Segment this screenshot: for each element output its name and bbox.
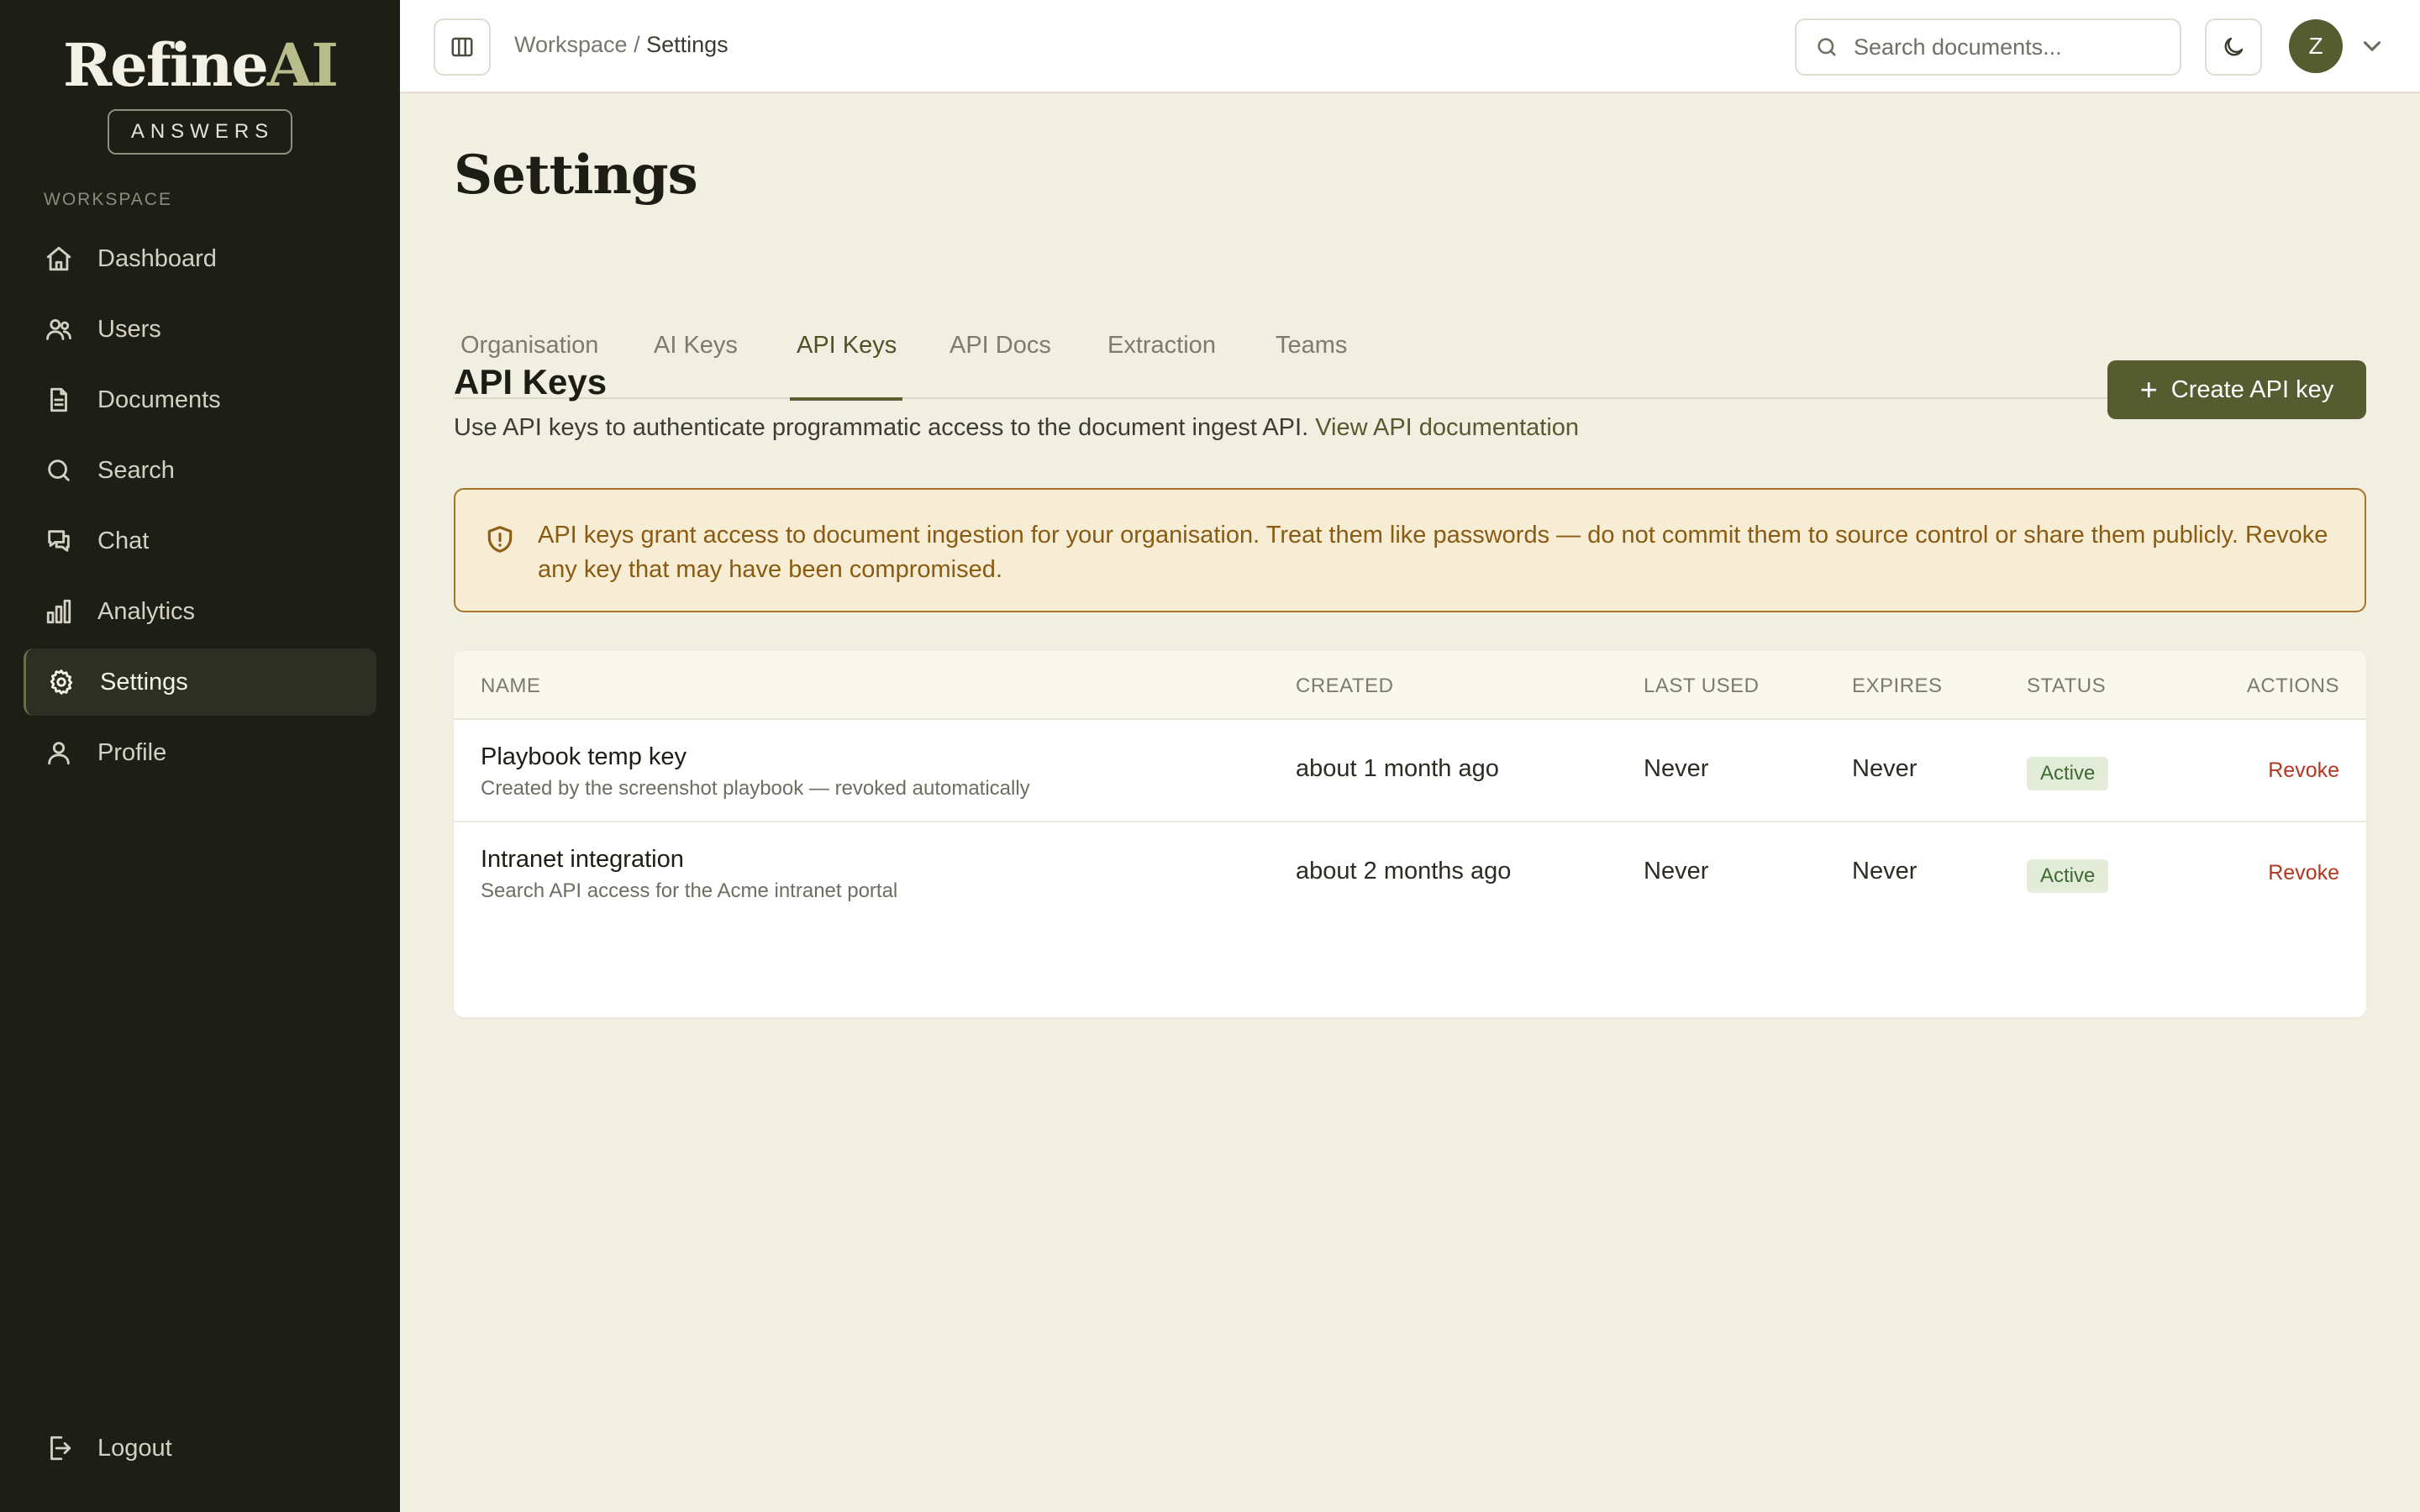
- table-header: NAME CREATED LAST USED EXPIRES STATUS AC…: [454, 651, 2366, 720]
- sidebar-item-chat[interactable]: Chat: [24, 507, 376, 575]
- sidebar-item-users[interactable]: Users: [24, 296, 376, 363]
- key-name: Intranet integration: [481, 846, 684, 873]
- search-input[interactable]: [1854, 34, 2173, 60]
- column-header-status: STATUS: [2027, 675, 2107, 697]
- warning-text: API keys grant access to document ingest…: [538, 522, 2328, 583]
- bar-chart-icon: [44, 596, 74, 627]
- logout-icon: [44, 1433, 74, 1463]
- tab-api-keys[interactable]: API Keys: [790, 236, 902, 401]
- brand-badge: ANSWERS: [108, 109, 292, 155]
- sidebar-item-profile[interactable]: Profile: [24, 719, 376, 786]
- sidebar-item-label: Dashboard: [97, 244, 217, 272]
- sidebar-item-documents[interactable]: Documents: [24, 366, 376, 433]
- tab-extraction[interactable]: Extraction: [1101, 236, 1228, 399]
- brand-name: RefineAI: [0, 32, 400, 99]
- sidebar-item-label: Chat: [97, 527, 150, 554]
- tab-label: API Docs: [950, 332, 1051, 359]
- shield-alert-icon: [484, 523, 516, 555]
- users-icon: [44, 314, 74, 344]
- column-header-name: NAME: [481, 675, 541, 697]
- top-bar: Workspace / Settings Z: [400, 0, 2420, 93]
- document-icon: [44, 385, 74, 415]
- create-api-key-label: Create API key: [2170, 375, 2334, 403]
- plus-icon: +: [2139, 372, 2158, 407]
- table-row: Intranet integration Search API access f…: [454, 822, 2366, 925]
- settings-tabs: Organisation AI Keys API Keys API Docs E…: [454, 93, 2366, 401]
- tab-label: AI Keys: [654, 332, 738, 359]
- revoke-button[interactable]: Revoke: [2268, 759, 2339, 783]
- sidebar-nav: Dashboard Users Documents Search Chat An…: [24, 225, 376, 790]
- logout-area: Logout: [24, 1415, 376, 1485]
- section-description: Use API keys to authenticate programmati…: [454, 414, 1579, 442]
- breadcrumb-current: Settings: [646, 32, 729, 57]
- table-row: Playbook temp key Created by the screens…: [454, 720, 2366, 822]
- create-api-key-button[interactable]: + Create API key: [2107, 360, 2366, 419]
- panel-icon: [451, 37, 473, 57]
- search-icon: [1818, 38, 1836, 56]
- api-docs-link[interactable]: View API documentation: [1315, 414, 1579, 441]
- chevron-down-icon[interactable]: [2358, 32, 2386, 60]
- key-last-used: Never: [1644, 755, 1709, 782]
- security-warning-banner: API keys grant access to document ingest…: [454, 488, 2366, 612]
- tab-api-docs[interactable]: API Docs: [943, 236, 1060, 399]
- gear-icon: [46, 667, 76, 697]
- key-description: Created by the screenshot playbook — rev…: [481, 777, 1030, 800]
- tab-label: API Keys: [797, 332, 897, 359]
- sidebar-item-settings[interactable]: Settings: [24, 648, 376, 716]
- search-box[interactable]: [1795, 18, 2181, 76]
- brand-name-main: Refine: [63, 30, 269, 100]
- key-expires: Never: [1852, 755, 1918, 782]
- home-icon: [44, 244, 74, 274]
- column-header-actions: ACTIONS: [2246, 675, 2339, 697]
- tab-ai-keys[interactable]: AI Keys: [647, 236, 750, 399]
- breadcrumb-separator: /: [634, 32, 640, 57]
- tab-label: Extraction: [1107, 332, 1216, 359]
- theme-toggle-button[interactable]: [2205, 18, 2262, 76]
- key-last-used: Never: [1644, 858, 1709, 885]
- avatar[interactable]: Z: [2289, 19, 2343, 73]
- breadcrumb: Workspace / Settings: [514, 32, 729, 58]
- api-keys-table: NAME CREATED LAST USED EXPIRES STATUS AC…: [454, 651, 2366, 1017]
- sidebar: RefineAI ANSWERS WORKSPACE Dashboard Use…: [0, 0, 400, 1512]
- key-description: Search API access for the Acme intranet …: [481, 879, 898, 902]
- logout-button[interactable]: Logout: [24, 1415, 376, 1482]
- status-badge: Active: [2027, 859, 2109, 893]
- search-icon: [44, 455, 74, 486]
- status-badge: Active: [2027, 757, 2109, 790]
- tab-label: Organisation: [460, 332, 599, 359]
- logout-label: Logout: [97, 1434, 172, 1462]
- column-header-expires: EXPIRES: [1852, 675, 1943, 697]
- tab-label: Teams: [1276, 332, 1348, 359]
- column-header-last-used: LAST USED: [1644, 675, 1760, 697]
- sidebar-item-label: Search: [97, 456, 175, 484]
- brand-name-accent: AI: [266, 30, 339, 100]
- revoke-button[interactable]: Revoke: [2268, 861, 2339, 885]
- section-description-text: Use API keys to authenticate programmati…: [454, 414, 1309, 441]
- tab-teams[interactable]: Teams: [1269, 236, 1356, 399]
- section-title: API Keys: [454, 362, 608, 402]
- sidebar-item-label: Profile: [97, 738, 167, 766]
- sidebar-item-search[interactable]: Search: [24, 437, 376, 504]
- nav-section-label: WORKSPACE: [44, 190, 172, 209]
- sidebar-toggle-button[interactable]: [434, 18, 491, 76]
- sidebar-item-analytics[interactable]: Analytics: [24, 578, 376, 645]
- chat-icon: [44, 526, 74, 556]
- sidebar-item-label: Settings: [100, 668, 188, 696]
- brand-logo[interactable]: RefineAI ANSWERS: [0, 32, 400, 155]
- sidebar-item-label: Documents: [97, 386, 221, 413]
- key-created: about 2 months ago: [1296, 858, 1512, 885]
- breadcrumb-parent[interactable]: Workspace: [514, 32, 628, 57]
- sidebar-item-label: Analytics: [97, 597, 196, 625]
- user-icon: [44, 738, 74, 768]
- column-header-created: CREATED: [1296, 675, 1394, 697]
- moon-icon: [2224, 37, 2244, 56]
- sidebar-item-dashboard[interactable]: Dashboard: [24, 225, 376, 292]
- sidebar-item-label: Users: [97, 315, 161, 343]
- key-created: about 1 month ago: [1296, 755, 1499, 782]
- key-name: Playbook temp key: [481, 743, 687, 770]
- key-expires: Never: [1852, 858, 1918, 885]
